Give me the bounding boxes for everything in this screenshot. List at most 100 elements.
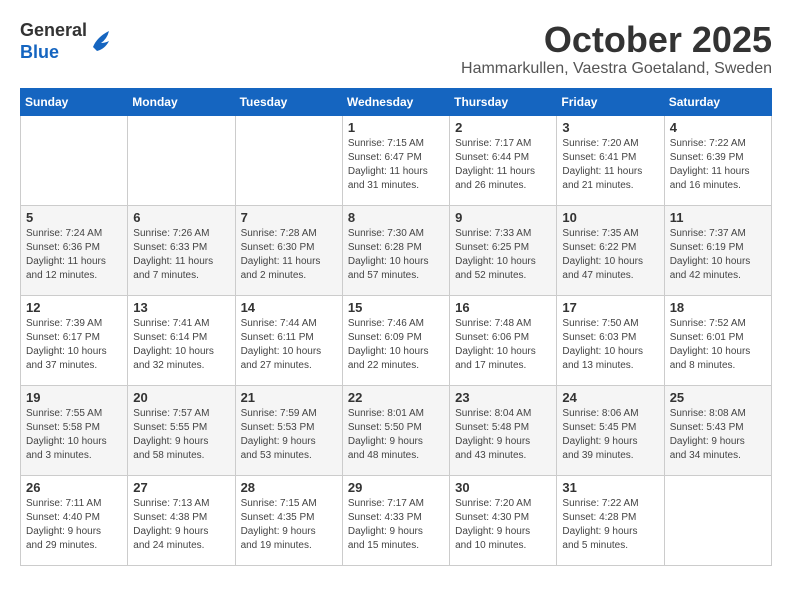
day-info: Sunrise: 7:44 AM Sunset: 6:11 PM Dayligh… xyxy=(241,317,337,373)
calendar-header-sunday: Sunday xyxy=(21,88,128,115)
day-number: 5 xyxy=(26,210,122,225)
day-number: 31 xyxy=(562,480,658,495)
day-info: Sunrise: 8:01 AM Sunset: 5:50 PM Dayligh… xyxy=(348,407,444,463)
calendar-cell: 11Sunrise: 7:37 AM Sunset: 6:19 PM Dayli… xyxy=(664,205,771,295)
day-number: 17 xyxy=(562,300,658,315)
day-number: 4 xyxy=(670,120,766,135)
day-info: Sunrise: 7:41 AM Sunset: 6:14 PM Dayligh… xyxy=(133,317,229,373)
day-number: 9 xyxy=(455,210,551,225)
day-number: 2 xyxy=(455,120,551,135)
calendar-cell: 19 Sunrise: 7:55 AM Sunset: 5:58 PM Dayli… xyxy=(21,385,128,475)
calendar-cell: 29 Sunrise: 7:17 AM Sunset: 4:33 PM Dayli… xyxy=(342,475,449,565)
day-info: Sunrise: 7:20 AM Sunset: 6:41 PM Dayligh… xyxy=(562,137,658,193)
day-number: 13 xyxy=(133,300,229,315)
calendar-cell: 13 Sunrise: 7:41 AM Sunset: 6:14 PM Dayli… xyxy=(128,295,235,385)
calendar-cell: 1Sunrise: 7:15 AM Sunset: 6:47 PM Daylig… xyxy=(342,115,449,205)
calendar-cell: 8 Sunrise: 7:30 AM Sunset: 6:28 PM Daylig… xyxy=(342,205,449,295)
day-info: Sunrise: 7:20 AM Sunset: 4:30 PM Dayligh… xyxy=(455,497,551,553)
day-info: Sunrise: 7:48 AM Sunset: 6:06 PM Dayligh… xyxy=(455,317,551,373)
day-number: 26 xyxy=(26,480,122,495)
day-number: 24 xyxy=(562,390,658,405)
day-number: 19 xyxy=(26,390,122,405)
day-info: Sunrise: 7:30 AM Sunset: 6:28 PM Dayligh… xyxy=(348,227,444,283)
calendar-cell: 15Sunrise: 7:46 AM Sunset: 6:09 PM Dayli… xyxy=(342,295,449,385)
calendar-cell: 30 Sunrise: 7:20 AM Sunset: 4:30 PM Dayli… xyxy=(450,475,557,565)
day-info: Sunrise: 7:52 AM Sunset: 6:01 PM Dayligh… xyxy=(670,317,766,373)
day-info: Sunrise: 7:11 AM Sunset: 4:40 PM Dayligh… xyxy=(26,497,122,553)
logo-general: General xyxy=(20,20,87,42)
calendar-cell: 25 Sunrise: 8:08 AM Sunset: 5:43 PM Dayli… xyxy=(664,385,771,475)
calendar-cell: 18 Sunrise: 7:52 AM Sunset: 6:01 PM Dayli… xyxy=(664,295,771,385)
day-number: 18 xyxy=(670,300,766,315)
day-number: 22 xyxy=(348,390,444,405)
calendar-cell: 2 Sunrise: 7:17 AM Sunset: 6:44 PM Daylig… xyxy=(450,115,557,205)
day-number: 12 xyxy=(26,300,122,315)
calendar-week-row: 12 Sunrise: 7:39 AM Sunset: 6:17 PM Dayli… xyxy=(21,295,772,385)
day-number: 16 xyxy=(455,300,551,315)
day-info: Sunrise: 7:39 AM Sunset: 6:17 PM Dayligh… xyxy=(26,317,122,373)
logo-blue: Blue xyxy=(20,42,87,64)
day-info: Sunrise: 7:13 AM Sunset: 4:38 PM Dayligh… xyxy=(133,497,229,553)
calendar-cell: 21 Sunrise: 7:59 AM Sunset: 5:53 PM Dayli… xyxy=(235,385,342,475)
day-info: Sunrise: 7:17 AM Sunset: 4:33 PM Dayligh… xyxy=(348,497,444,553)
day-number: 8 xyxy=(348,210,444,225)
calendar-cell xyxy=(128,115,235,205)
calendar-header-tuesday: Tuesday xyxy=(235,88,342,115)
day-number: 6 xyxy=(133,210,229,225)
day-info: Sunrise: 7:57 AM Sunset: 5:55 PM Dayligh… xyxy=(133,407,229,463)
day-info: Sunrise: 7:59 AM Sunset: 5:53 PM Dayligh… xyxy=(241,407,337,463)
calendar-header-friday: Friday xyxy=(557,88,664,115)
calendar-cell xyxy=(235,115,342,205)
calendar-cell: 26 Sunrise: 7:11 AM Sunset: 4:40 PM Dayli… xyxy=(21,475,128,565)
calendar-cell: 14Sunrise: 7:44 AM Sunset: 6:11 PM Dayli… xyxy=(235,295,342,385)
calendar-header-wednesday: Wednesday xyxy=(342,88,449,115)
calendar-week-row: 5Sunrise: 7:24 AM Sunset: 6:36 PM Daylig… xyxy=(21,205,772,295)
calendar-table: SundayMondayTuesdayWednesdayThursdayFrid… xyxy=(20,88,772,566)
day-number: 11 xyxy=(670,210,766,225)
day-info: Sunrise: 8:08 AM Sunset: 5:43 PM Dayligh… xyxy=(670,407,766,463)
calendar-cell: 31 Sunrise: 7:22 AM Sunset: 4:28 PM Dayli… xyxy=(557,475,664,565)
day-number: 7 xyxy=(241,210,337,225)
location-title: Hammarkullen, Vaestra Goetaland, Sweden xyxy=(461,60,772,78)
day-info: Sunrise: 7:50 AM Sunset: 6:03 PM Dayligh… xyxy=(562,317,658,373)
day-number: 28 xyxy=(241,480,337,495)
day-number: 10 xyxy=(562,210,658,225)
calendar-cell: 3 Sunrise: 7:20 AM Sunset: 6:41 PM Daylig… xyxy=(557,115,664,205)
calendar-cell: 5Sunrise: 7:24 AM Sunset: 6:36 PM Daylig… xyxy=(21,205,128,295)
day-info: Sunrise: 7:17 AM Sunset: 6:44 PM Dayligh… xyxy=(455,137,551,193)
day-number: 29 xyxy=(348,480,444,495)
calendar-cell: 24 Sunrise: 8:06 AM Sunset: 5:45 PM Dayli… xyxy=(557,385,664,475)
day-info: Sunrise: 8:06 AM Sunset: 5:45 PM Dayligh… xyxy=(562,407,658,463)
day-info: Sunrise: 7:33 AM Sunset: 6:25 PM Dayligh… xyxy=(455,227,551,283)
calendar-cell xyxy=(664,475,771,565)
day-number: 25 xyxy=(670,390,766,405)
calendar-cell: 12 Sunrise: 7:39 AM Sunset: 6:17 PM Dayli… xyxy=(21,295,128,385)
day-info: Sunrise: 7:15 AM Sunset: 4:35 PM Dayligh… xyxy=(241,497,337,553)
day-info: Sunrise: 7:22 AM Sunset: 6:39 PM Dayligh… xyxy=(670,137,766,193)
logo-bird-icon xyxy=(89,27,113,57)
logo-text: General Blue xyxy=(20,20,87,63)
day-info: Sunrise: 7:55 AM Sunset: 5:58 PM Dayligh… xyxy=(26,407,122,463)
calendar-cell: 17 Sunrise: 7:50 AM Sunset: 6:03 PM Dayli… xyxy=(557,295,664,385)
month-title: October 2025 xyxy=(461,20,772,60)
calendar-cell: 9 Sunrise: 7:33 AM Sunset: 6:25 PM Daylig… xyxy=(450,205,557,295)
day-number: 27 xyxy=(133,480,229,495)
day-number: 3 xyxy=(562,120,658,135)
day-number: 15 xyxy=(348,300,444,315)
calendar-cell: 20Sunrise: 7:57 AM Sunset: 5:55 PM Dayli… xyxy=(128,385,235,475)
day-number: 30 xyxy=(455,480,551,495)
calendar-cell: 27 Sunrise: 7:13 AM Sunset: 4:38 PM Dayli… xyxy=(128,475,235,565)
day-number: 1 xyxy=(348,120,444,135)
day-info: Sunrise: 7:22 AM Sunset: 4:28 PM Dayligh… xyxy=(562,497,658,553)
calendar-cell: 28 Sunrise: 7:15 AM Sunset: 4:35 PM Dayli… xyxy=(235,475,342,565)
calendar-cell: 10Sunrise: 7:35 AM Sunset: 6:22 PM Dayli… xyxy=(557,205,664,295)
calendar-week-row: 19 Sunrise: 7:55 AM Sunset: 5:58 PM Dayli… xyxy=(21,385,772,475)
calendar-cell: 23 Sunrise: 8:04 AM Sunset: 5:48 PM Dayli… xyxy=(450,385,557,475)
day-number: 21 xyxy=(241,390,337,405)
day-number: 23 xyxy=(455,390,551,405)
day-info: Sunrise: 8:04 AM Sunset: 5:48 PM Dayligh… xyxy=(455,407,551,463)
calendar-cell: 6Sunrise: 7:26 AM Sunset: 6:33 PM Daylig… xyxy=(128,205,235,295)
calendar-week-row: 26 Sunrise: 7:11 AM Sunset: 4:40 PM Dayli… xyxy=(21,475,772,565)
calendar-header-monday: Monday xyxy=(128,88,235,115)
calendar-cell: 22 Sunrise: 8:01 AM Sunset: 5:50 PM Dayli… xyxy=(342,385,449,475)
